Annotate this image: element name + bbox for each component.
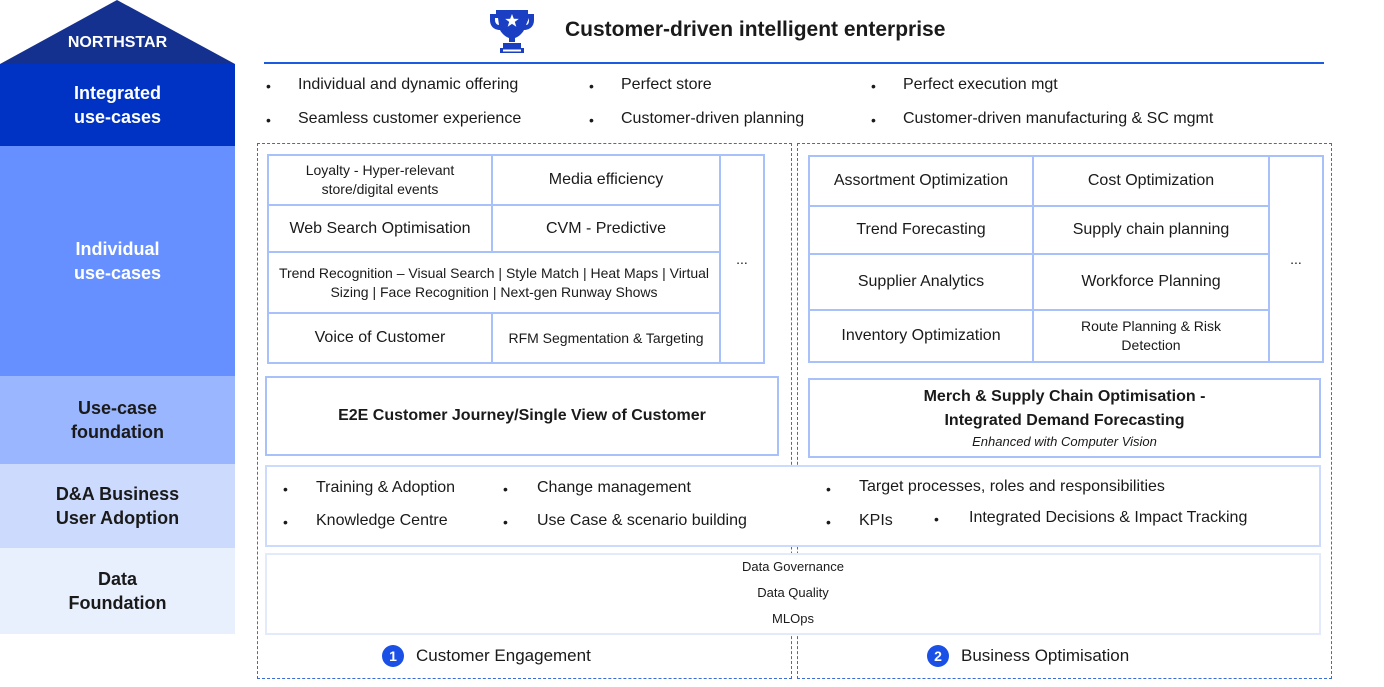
bullet: • (934, 511, 939, 527)
adoption-item: Training & Adoption (316, 479, 456, 496)
use-case-cell: Loyalty - Hyper-relevant store/digital e… (267, 154, 493, 206)
data-foundation-item: Data Governance (742, 559, 844, 574)
layer-use-case-foundation: Use-case foundation (0, 376, 235, 464)
use-case-cell: Cost Optimization (1032, 155, 1270, 207)
use-case-cell: Route Planning & Risk Detection (1032, 309, 1270, 363)
use-case-cell: Workforce Planning (1032, 253, 1270, 311)
use-case-cell: CVM - Predictive (491, 204, 721, 253)
use-case-cell: Inventory Optimization (808, 309, 1034, 363)
bullet: • (266, 78, 271, 94)
use-case-cell: Media efficiency (491, 154, 721, 206)
layer-business-user-adoption: D&A Business User Adoption (0, 464, 235, 548)
integrated-item: Customer-driven manufacturing & SC mgmt (903, 110, 1214, 127)
more-use-cases-cell: ... (719, 154, 765, 364)
bullet: • (283, 514, 288, 530)
bullet: • (826, 481, 831, 497)
use-case-cell: Web Search Optimisation (267, 204, 493, 253)
integrated-item: Customer-driven planning (621, 110, 805, 127)
layer-individual-use-cases: Individual use-cases (0, 146, 235, 376)
northstar-roof (0, 0, 235, 64)
layer-data-foundation: Data Foundation (0, 548, 235, 634)
adoption-item: Use Case & scenario building (537, 512, 747, 529)
bullet: • (589, 78, 594, 94)
integrated-item: Perfect execution mgt (903, 76, 1058, 93)
merch-foundation-box: Merch & Supply Chain Optimisation - Inte… (808, 378, 1321, 458)
adoption-item: KPIs (859, 512, 893, 529)
more-use-cases-cell: ... (1268, 155, 1324, 363)
bullet: • (283, 481, 288, 497)
integrated-item: Seamless customer experience (298, 110, 522, 127)
northstar-title: Customer-driven intelligent enterprise (565, 18, 946, 41)
pillar-name-business-optimisation: Business Optimisation (961, 646, 1130, 665)
use-case-cell: Supply chain planning (1032, 205, 1270, 255)
use-case-cell: Trend Recognition – Visual Search | Styl… (267, 251, 721, 314)
integrated-item: Perfect store (621, 76, 712, 93)
layer-integrated-use-cases: Integrated use-cases (0, 64, 235, 146)
bullet: • (266, 112, 271, 128)
trophy-icon (490, 10, 534, 53)
use-case-cell: Assortment Optimization (808, 155, 1034, 207)
bullet: • (503, 481, 508, 497)
number-badge-2: 2 (927, 645, 949, 667)
customer-foundation-box: E2E Customer Journey/Single View of Cust… (265, 376, 779, 456)
integrated-item: Individual and dynamic offering (298, 76, 519, 93)
adoption-item: Target processes, roles and responsibili… (859, 478, 1165, 495)
adoption-item: Integrated Decisions & Impact Tracking (969, 509, 1248, 526)
adoption-item: Change management (537, 479, 691, 496)
title-divider (264, 62, 1324, 64)
data-foundation-item: Data Quality (757, 585, 829, 600)
pillar-name-customer-engagement: Customer Engagement (416, 646, 591, 665)
bullet: • (871, 78, 876, 94)
bullet: • (503, 514, 508, 530)
bullet: • (826, 514, 831, 530)
bullet: • (871, 112, 876, 128)
use-case-cell: Voice of Customer (267, 312, 493, 364)
adoption-item: Knowledge Centre (316, 512, 448, 529)
northstar-label: NORTHSTAR (67, 34, 168, 51)
use-case-cell: RFM Segmentation & Targeting (491, 312, 721, 364)
use-case-cell: Trend Forecasting (808, 205, 1034, 255)
data-foundation-item: MLOps (772, 611, 814, 626)
bullet: • (589, 112, 594, 128)
use-case-cell: Supplier Analytics (808, 253, 1034, 311)
number-badge-1: 1 (382, 645, 404, 667)
